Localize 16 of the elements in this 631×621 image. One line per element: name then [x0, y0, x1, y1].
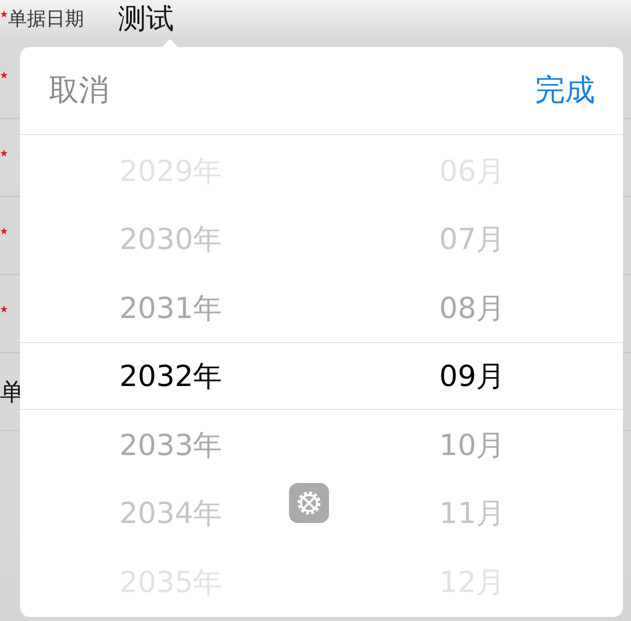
field-label: 单据日期 — [8, 6, 84, 32]
picker-option[interactable]: 10月 — [439, 412, 506, 480]
picker-option[interactable]: 11月 — [439, 480, 506, 548]
field-label: 单 — [0, 376, 24, 408]
picker-option[interactable]: 2034年 — [119, 480, 222, 548]
cancel-button[interactable]: 取消 — [49, 66, 109, 115]
picker-option[interactable]: 2033年 — [119, 412, 222, 480]
picker-option[interactable]: 07月 — [439, 206, 506, 274]
picker-option[interactable]: 2032年 — [119, 343, 222, 412]
field-value: 测试 — [118, 0, 174, 36]
picker-option[interactable]: 2030年 — [119, 206, 222, 274]
picker-option[interactable]: 08月 — [439, 274, 506, 343]
tools-gear-icon[interactable] — [289, 483, 329, 523]
picker-option[interactable]: 2031年 — [119, 274, 222, 343]
picker-option[interactable]: 09月 — [439, 343, 506, 412]
done-button[interactable]: 完成 — [535, 66, 595, 115]
